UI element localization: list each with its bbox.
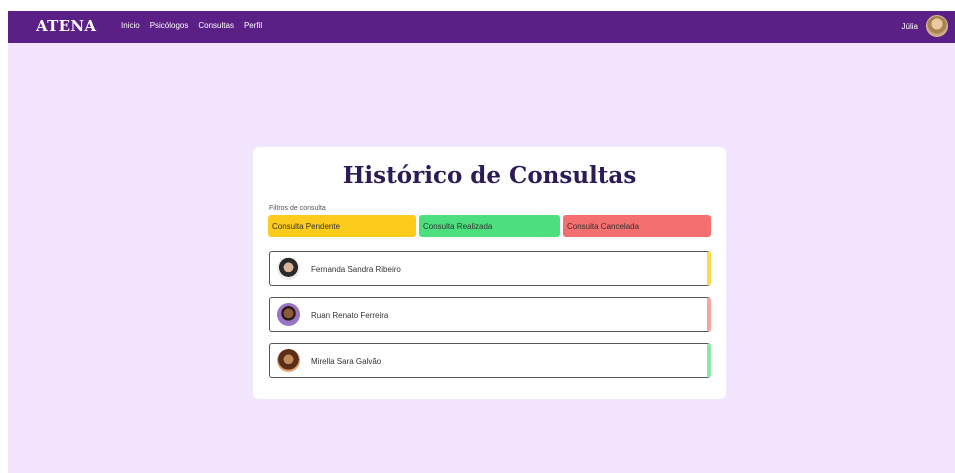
- nav-links: Inicio Psicólogos Consultas Perfil: [121, 21, 262, 30]
- page-title: Histórico de Consultas: [342, 162, 637, 189]
- nav-link-consultas[interactable]: Consultas: [198, 21, 234, 30]
- avatar: [277, 257, 300, 280]
- user-avatar[interactable]: [926, 15, 948, 37]
- consultation-list: Fernanda Sandra Ribeiro Ruan Renato Ferr…: [269, 251, 711, 389]
- user-menu[interactable]: Júlia: [902, 15, 948, 37]
- consultation-name: Ruan Renato Ferreira: [311, 311, 389, 320]
- nav-link-perfil[interactable]: Perfil: [244, 21, 262, 30]
- app-frame: ATENA Inicio Psicólogos Consultas Perfil…: [8, 11, 955, 473]
- top-navbar: ATENA Inicio Psicólogos Consultas Perfil…: [8, 11, 955, 43]
- nav-link-psicologos[interactable]: Psicólogos: [150, 21, 189, 30]
- avatar: [277, 349, 300, 372]
- filters-label: Filtros de consulta: [269, 205, 326, 212]
- brand-logo[interactable]: ATENA: [36, 17, 96, 35]
- consultation-name: Fernanda Sandra Ribeiro: [311, 265, 401, 274]
- filter-done-button[interactable]: Consulta Realizada: [419, 215, 560, 237]
- avatar: [277, 303, 300, 326]
- consultation-item[interactable]: Fernanda Sandra Ribeiro: [269, 251, 711, 286]
- filter-cancelled-button[interactable]: Consulta Cancelada: [563, 215, 711, 237]
- history-card: Histórico de Consultas Filtros de consul…: [253, 147, 726, 399]
- filter-pending-button[interactable]: Consulta Pendente: [268, 215, 416, 237]
- consultation-name: Mirella Sara Galvão: [311, 357, 382, 366]
- user-name: Júlia: [901, 21, 918, 31]
- consultation-item[interactable]: Ruan Renato Ferreira: [269, 297, 711, 332]
- consultation-item[interactable]: Mirella Sara Galvão: [269, 343, 711, 378]
- nav-link-inicio[interactable]: Inicio: [121, 21, 140, 30]
